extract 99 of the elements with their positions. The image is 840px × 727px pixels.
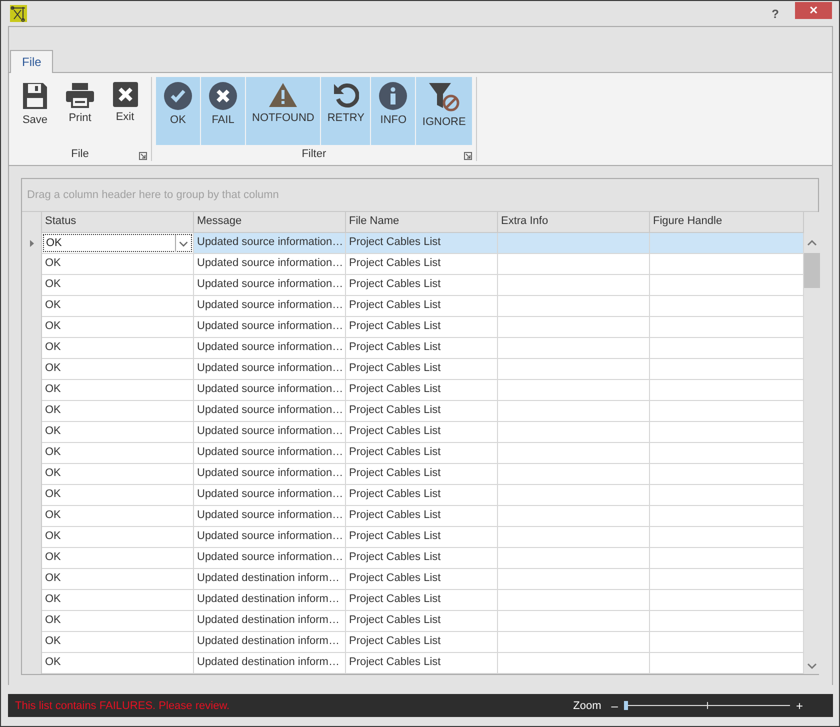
table-cell: Project Cables List <box>346 632 498 654</box>
table-cell: Updated source information… <box>194 275 346 296</box>
ribbon-button[interactable]: NOTFOUND <box>246 77 320 146</box>
table-cell: Project Cables List <box>346 359 498 380</box>
table-cell: Updated source information… <box>194 317 346 338</box>
table-cell: Updated source information… <box>194 464 346 486</box>
table-cell: Updated source information… <box>194 548 346 570</box>
table-cell: OK <box>42 506 194 528</box>
table-cell: Project Cables List <box>346 401 498 422</box>
table-cell: OK <box>42 338 194 360</box>
table-cell: OK <box>42 548 194 570</box>
table-cell: Updated source information… <box>194 527 346 548</box>
refresh-icon <box>332 82 359 108</box>
table-cell: OK <box>42 317 194 338</box>
table-cell: Project Cables List <box>346 275 498 296</box>
scrollbar-thumb[interactable] <box>804 253 820 288</box>
table-cell: Project Cables List <box>346 653 498 674</box>
table-cell: OK <box>42 443 194 464</box>
table-cell: Updated destination inform… <box>194 632 346 654</box>
filter-blocked-icon <box>428 82 460 112</box>
table-cell: Updated source information… <box>194 401 346 422</box>
table-cell: Project Cables List <box>346 254 498 276</box>
table-cell: OK <box>42 611 194 632</box>
table-cell: OK <box>42 590 194 612</box>
table-cell: OK <box>42 401 194 422</box>
printer-icon <box>65 82 95 108</box>
table-cell: OK <box>42 275 194 296</box>
table-cell: Updated source information… <box>194 422 346 444</box>
zoom-label: Zoom <box>573 700 602 712</box>
table-cell: Updated source information… <box>194 506 346 528</box>
status-message: This list contains FAILURES. Please review. <box>15 700 230 712</box>
ribbon-button[interactable]: Save <box>13 77 57 146</box>
table-cell: Updated source information… <box>194 443 346 464</box>
ribbon-tab[interactable]: File <box>10 50 54 74</box>
group-label: File <box>71 148 89 160</box>
table-cell: Updated destination inform… <box>194 653 346 674</box>
table-cell: Updated source information… <box>194 485 346 506</box>
x-circle-icon <box>209 82 237 110</box>
table-cell: Updated source information… <box>194 380 346 402</box>
check-circle-icon <box>164 82 192 110</box>
table-cell: OK <box>42 485 194 506</box>
table-cell: Project Cables List <box>346 590 498 612</box>
table-cell: OK <box>42 422 194 444</box>
table-cell: OK <box>42 254 194 276</box>
info-icon <box>379 82 408 110</box>
help-button[interactable]: ? <box>768 6 783 21</box>
close-box-icon <box>112 82 138 108</box>
table-cell: Project Cables List <box>346 569 498 590</box>
zoom-slider-thumb[interactable] <box>624 701 628 710</box>
table-cell: Project Cables List <box>346 422 498 444</box>
table-cell: OK <box>42 653 194 674</box>
zoom-in-button[interactable]: + <box>794 698 805 713</box>
table-cell: Updated destination inform… <box>194 590 346 612</box>
scroll-up-icon[interactable] <box>807 239 817 248</box>
zoom-slider[interactable] <box>624 701 790 710</box>
app-logo-icon <box>10 5 27 22</box>
group-by-panel: Drag a column header here to group by that column <box>22 179 818 212</box>
table-cell: OK <box>42 632 194 654</box>
ribbon-button[interactable]: IGNORE <box>416 77 472 146</box>
table-cell: Project Cables List <box>346 296 498 318</box>
table-cell: Project Cables List <box>346 506 498 528</box>
table-cell: Updated source information… <box>194 359 346 380</box>
warning-icon <box>268 82 298 108</box>
table-cell: OK <box>42 527 194 548</box>
table-cell: Updated destination inform… <box>194 569 346 590</box>
table-cell: Updated source information… <box>194 233 346 254</box>
group-label: Filter <box>302 148 326 160</box>
table-cell: Updated source information… <box>194 338 346 360</box>
zoom-out-button[interactable]: – <box>609 698 620 713</box>
table-cell: Project Cables List <box>346 443 498 464</box>
table-cell: Updated destination inform… <box>194 611 346 632</box>
table-cell: OK <box>42 464 194 486</box>
ribbon-button[interactable]: Exit <box>103 77 147 146</box>
row-indicator-icon <box>30 240 34 248</box>
table-cell: OK <box>42 359 194 380</box>
table-cell: Project Cables List <box>346 233 498 254</box>
table-cell: OK <box>42 569 194 590</box>
table-cell: Project Cables List <box>346 548 498 570</box>
close-button[interactable]: ✕ <box>795 2 832 20</box>
dialog-launcher-icon[interactable] <box>464 152 472 160</box>
table-cell: Project Cables List <box>346 611 498 632</box>
ribbon-button[interactable]: FAIL <box>201 77 245 146</box>
scroll-down-icon[interactable] <box>807 662 817 670</box>
ribbon-button[interactable]: RETRY <box>321 77 370 146</box>
ribbon-button[interactable]: INFO <box>371 77 416 146</box>
table-cell: Updated source information… <box>194 296 346 318</box>
ribbon-button[interactable]: OK <box>156 77 200 146</box>
table-cell: OK <box>42 296 194 318</box>
dialog-launcher-icon[interactable] <box>139 152 147 160</box>
table-cell: Project Cables List <box>346 380 498 402</box>
status-dropdown[interactable]: OK <box>43 234 192 252</box>
table-cell: Updated source information… <box>194 254 346 276</box>
ribbon-button[interactable]: Print <box>58 77 102 146</box>
table-cell: OK <box>42 380 194 402</box>
table-cell: Project Cables List <box>346 464 498 486</box>
table-cell: Project Cables List <box>346 317 498 338</box>
table-cell: Project Cables List <box>346 527 498 548</box>
table-cell: Project Cables List <box>346 338 498 360</box>
table-cell: Project Cables List <box>346 485 498 506</box>
